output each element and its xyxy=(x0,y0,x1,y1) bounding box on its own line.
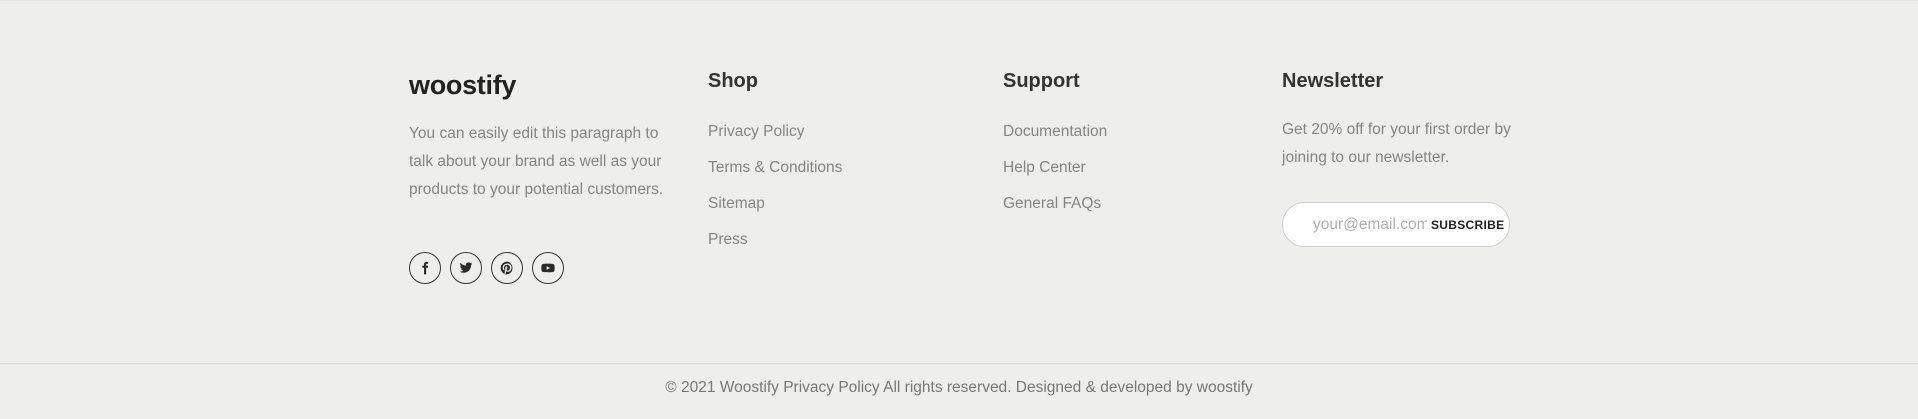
shop-link-sitemap[interactable]: Sitemap xyxy=(708,195,842,231)
support-link-documentation[interactable]: Documentation xyxy=(1003,123,1107,159)
youtube-icon xyxy=(541,263,555,273)
copyright-text: © 2021 Woostify Privacy Policy All right… xyxy=(665,379,1253,396)
support-link-help-center[interactable]: Help Center xyxy=(1003,159,1107,195)
twitter-icon xyxy=(459,262,473,273)
support-title: Support xyxy=(1003,70,1080,92)
youtube-link[interactable] xyxy=(532,252,564,284)
facebook-icon xyxy=(422,261,429,275)
support-links: Documentation Help Center General FAQs xyxy=(1003,123,1107,231)
shop-title: Shop xyxy=(708,70,758,92)
twitter-link[interactable] xyxy=(450,252,482,284)
social-links xyxy=(409,252,564,284)
newsletter-form: SUBSCRIBE xyxy=(1282,202,1510,247)
shop-link-press[interactable]: Press xyxy=(708,231,842,267)
shop-link-privacy-policy[interactable]: Privacy Policy xyxy=(708,123,842,159)
support-link-faqs[interactable]: General FAQs xyxy=(1003,195,1107,231)
pinterest-link[interactable] xyxy=(491,252,523,284)
shop-link-terms[interactable]: Terms & Conditions xyxy=(708,159,842,195)
pinterest-icon xyxy=(500,261,513,275)
brand-description: You can easily edit this paragraph to ta… xyxy=(409,125,664,198)
subscribe-button[interactable]: SUBSCRIBE xyxy=(1431,218,1504,232)
newsletter-description: Get 20% off for your first order by join… xyxy=(1282,121,1511,166)
shop-links: Privacy Policy Terms & Conditions Sitema… xyxy=(708,123,842,267)
footer-divider xyxy=(0,363,1918,364)
facebook-link[interactable] xyxy=(409,252,441,284)
brand-logo[interactable]: woostify xyxy=(409,70,516,101)
site-footer: woostify You can easily edit this paragr… xyxy=(0,0,1918,363)
email-input[interactable] xyxy=(1313,203,1427,246)
newsletter-title: Newsletter xyxy=(1282,70,1384,92)
